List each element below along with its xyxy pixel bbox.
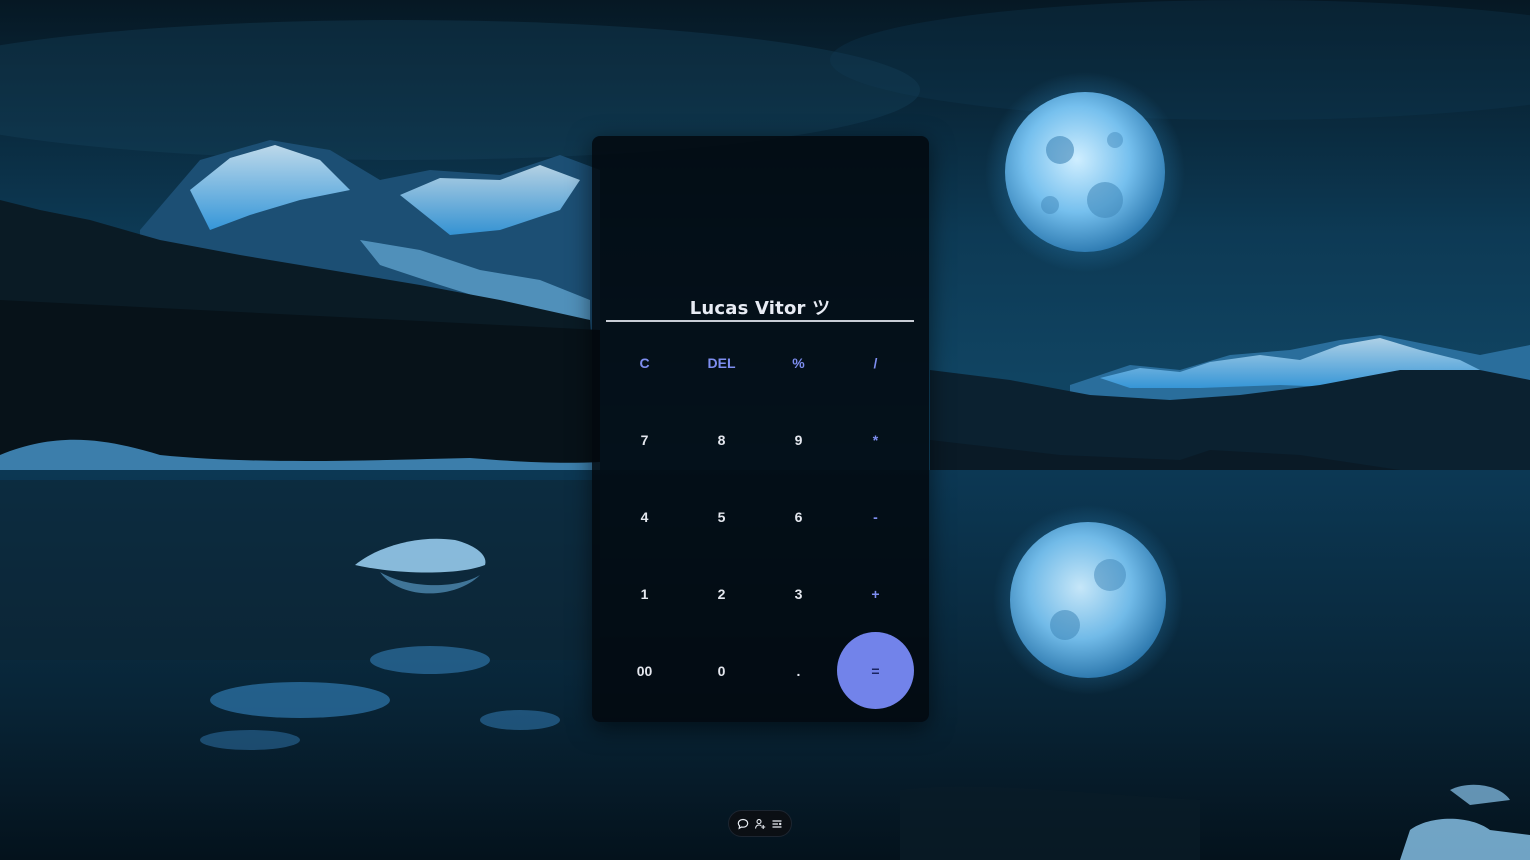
keypad: C DEL % / 7 8 9 * 4 5 6 - 1 2 3 + 00 0 .… bbox=[606, 324, 914, 709]
key-decimal[interactable]: . bbox=[760, 632, 837, 709]
key-multiply[interactable]: * bbox=[837, 401, 914, 478]
floating-toolbar bbox=[728, 810, 792, 837]
key-7[interactable]: 7 bbox=[606, 401, 683, 478]
key-8[interactable]: 8 bbox=[683, 401, 760, 478]
key-4[interactable]: 4 bbox=[606, 478, 683, 555]
key-clear[interactable]: C bbox=[606, 324, 683, 401]
chat-bubble-icon[interactable] bbox=[736, 817, 750, 831]
key-delete[interactable]: DEL bbox=[683, 324, 760, 401]
key-0[interactable]: 0 bbox=[683, 632, 760, 709]
key-6[interactable]: 6 bbox=[760, 478, 837, 555]
key-00[interactable]: 00 bbox=[606, 632, 683, 709]
key-9[interactable]: 9 bbox=[760, 401, 837, 478]
key-divide[interactable]: / bbox=[837, 324, 914, 401]
key-equals[interactable]: = bbox=[837, 632, 914, 709]
key-1[interactable]: 1 bbox=[606, 555, 683, 632]
key-percent[interactable]: % bbox=[760, 324, 837, 401]
key-add[interactable]: + bbox=[837, 555, 914, 632]
key-3[interactable]: 3 bbox=[760, 555, 837, 632]
menu-settings-icon[interactable] bbox=[770, 817, 784, 831]
key-5[interactable]: 5 bbox=[683, 478, 760, 555]
key-subtract[interactable]: - bbox=[837, 478, 914, 555]
calculator: Lucas Vitor ツ C DEL % / 7 8 9 * 4 5 6 - … bbox=[592, 136, 929, 722]
key-2[interactable]: 2 bbox=[683, 555, 760, 632]
person-add-icon[interactable] bbox=[753, 817, 767, 831]
calculator-display: Lucas Vitor ツ bbox=[606, 286, 914, 322]
display-value: Lucas Vitor ツ bbox=[689, 298, 831, 319]
